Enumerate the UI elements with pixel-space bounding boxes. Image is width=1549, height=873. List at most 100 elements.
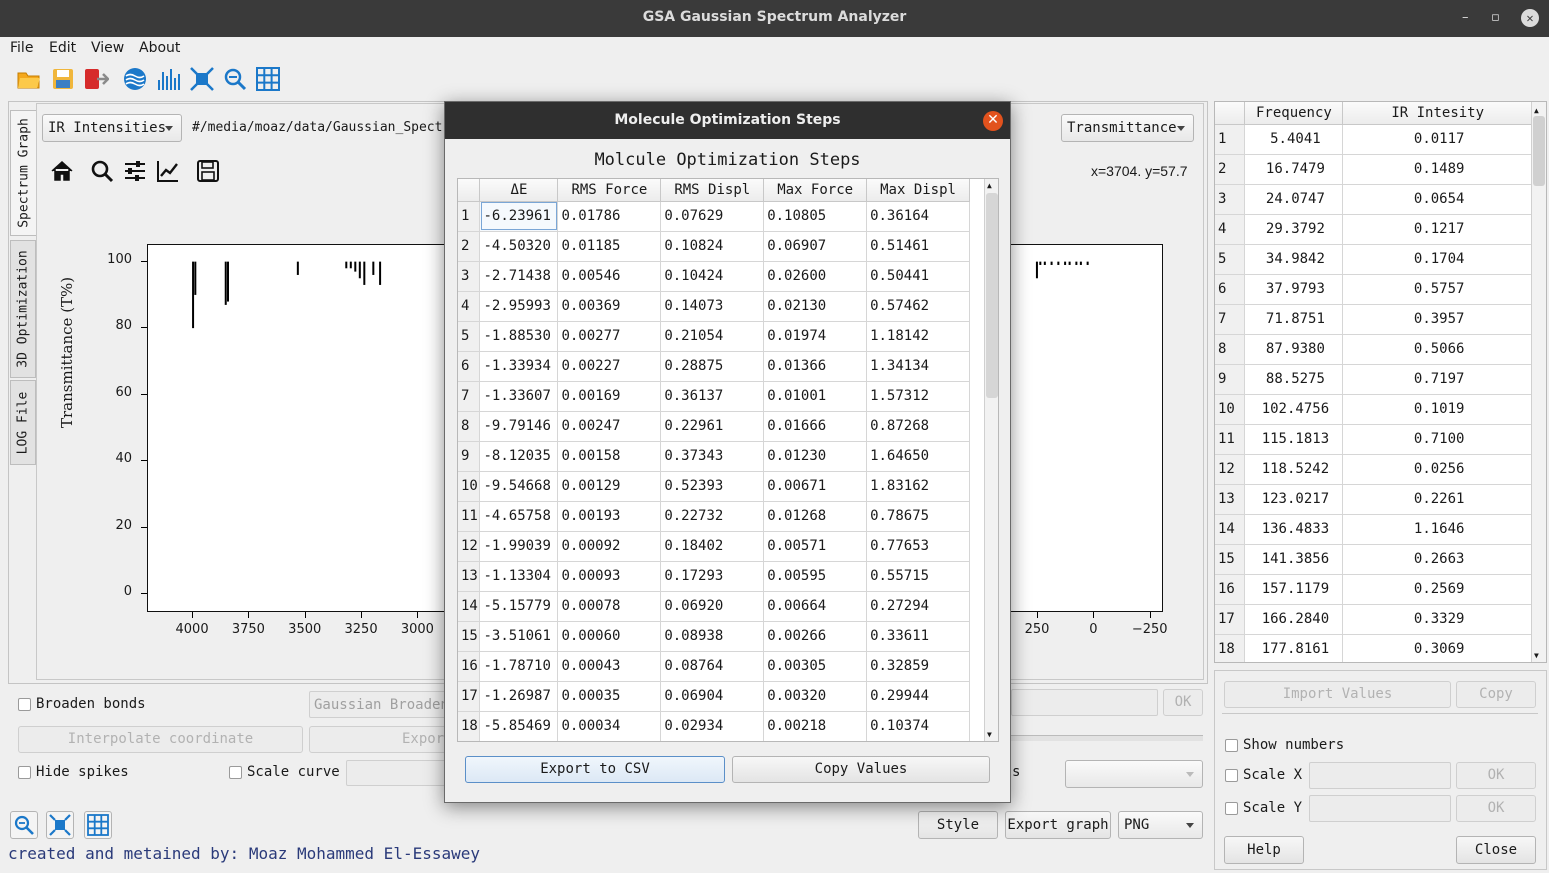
table-row[interactable]: 5 34.9842 0.1704 (1215, 244, 1533, 275)
table-row[interactable]: 12 -1.99039 0.00092 0.18402 0.00571 0.77653 (458, 531, 970, 562)
spectrum-bars-icon[interactable] (156, 66, 182, 92)
table-row[interactable]: 5 -1.88530 0.00277 0.21054 0.01974 1.18142 (458, 321, 970, 352)
table-cell[interactable]: 16.7479 (1244, 154, 1344, 185)
table-cell[interactable]: -5.15779 (479, 591, 559, 622)
table-cell[interactable]: 0.32859 (866, 651, 970, 682)
table-cell[interactable]: 0.3329 (1342, 604, 1533, 635)
table-cell[interactable]: 0.5757 (1342, 274, 1533, 305)
table-cell[interactable]: -4.65758 (479, 501, 559, 532)
table-cell[interactable]: 0.36164 (866, 201, 970, 232)
row-number[interactable]: 16 (1215, 574, 1246, 605)
scale-x-ok-button[interactable]: OK (1456, 762, 1536, 789)
export-graph-button[interactable]: Export graph (1005, 811, 1111, 839)
table-cell[interactable]: 0.00078 (557, 591, 662, 622)
table-cell[interactable]: 0.00034 (557, 711, 662, 741)
table-row[interactable]: 13 123.0217 0.2261 (1215, 484, 1533, 515)
table-cell[interactable]: -1.13304 (479, 561, 559, 592)
table-cell[interactable]: 0.1019 (1342, 394, 1533, 425)
table-cell[interactable]: 1.64650 (866, 441, 970, 472)
table-cell[interactable]: 0.06920 (660, 591, 765, 622)
steps-table-scrollbar[interactable]: ▲ ▼ (984, 179, 998, 741)
row-number[interactable]: 5 (458, 321, 481, 352)
row-number[interactable]: 18 (1215, 634, 1246, 662)
table-row[interactable]: 8 87.9380 0.5066 (1215, 334, 1533, 365)
table-cell[interactable]: 0.14073 (660, 291, 765, 322)
table-row[interactable]: 13 -1.13304 0.00093 0.17293 0.00595 0.55715 (458, 561, 970, 592)
mode-select[interactable]: IR Intensities (42, 114, 182, 142)
zoom-out-button[interactable] (10, 811, 38, 839)
table-cell[interactable]: 87.9380 (1244, 334, 1344, 365)
table-row[interactable]: 16 -1.78710 0.00043 0.08764 0.00305 0.32859 (458, 651, 970, 682)
table-cell[interactable]: 0.02600 (763, 261, 868, 292)
table-cell[interactable]: 1.83162 (866, 471, 970, 502)
row-number[interactable]: 13 (1215, 484, 1246, 515)
table-cell[interactable]: 0.10824 (660, 231, 765, 262)
table-row[interactable]: 11 115.1813 0.7100 (1215, 424, 1533, 455)
table-cell[interactable]: 0.00305 (763, 651, 868, 682)
table-row[interactable]: 1 -6.23961 0.01786 0.07629 0.10805 0.36164 (458, 201, 970, 232)
table-cell[interactable]: 0.00277 (557, 321, 662, 352)
row-number[interactable]: 7 (458, 381, 481, 412)
table-cell[interactable]: 0.02130 (763, 291, 868, 322)
row-number[interactable]: 13 (458, 561, 481, 592)
table-cell[interactable]: 0.10805 (763, 201, 868, 232)
table-cell[interactable]: 0.00571 (763, 531, 868, 562)
curve-select[interactable] (1065, 760, 1203, 788)
grid-icon[interactable] (255, 66, 281, 92)
import-values-button[interactable]: Import Values (1224, 681, 1451, 708)
column-header[interactable]: Max Force (763, 179, 868, 202)
table-cell[interactable]: 0.00193 (557, 501, 662, 532)
row-number[interactable]: 9 (1215, 364, 1246, 395)
table-cell[interactable]: -5.85469 (479, 711, 559, 741)
edit-axis-icon[interactable] (156, 159, 180, 183)
slider-track[interactable] (1011, 735, 1203, 741)
scale-y-ok-button[interactable]: OK (1456, 795, 1536, 822)
row-number[interactable]: 7 (1215, 304, 1246, 335)
table-cell[interactable]: 0.1704 (1342, 244, 1533, 275)
column-header[interactable]: RMS Force (557, 179, 662, 202)
menu-about[interactable]: About (139, 40, 180, 56)
table-cell[interactable]: 71.8751 (1244, 304, 1344, 335)
table-cell[interactable]: 29.3792 (1244, 214, 1344, 245)
help-button[interactable]: Help (1224, 836, 1304, 864)
table-cell[interactable]: 0.06907 (763, 231, 868, 262)
table-cell[interactable]: 1.34134 (866, 351, 970, 382)
row-number[interactable]: 3 (458, 261, 481, 292)
table-row[interactable]: 18 -5.85469 0.00034 0.02934 0.00218 0.10374 (458, 711, 970, 741)
row-number[interactable]: 11 (458, 501, 481, 532)
table-row[interactable]: 6 -1.33934 0.00227 0.28875 0.01366 1.34134 (458, 351, 970, 382)
table-cell[interactable]: -2.95993 (479, 291, 559, 322)
table-row[interactable]: 1 5.4041 0.0117 (1215, 124, 1533, 155)
y-mode-select[interactable]: Transmittance (1061, 114, 1194, 142)
table-cell[interactable]: -9.54668 (479, 471, 559, 502)
table-cell[interactable]: 37.9793 (1244, 274, 1344, 305)
table-cell[interactable]: -2.71438 (479, 261, 559, 292)
table-cell[interactable]: 0.00227 (557, 351, 662, 382)
table-cell[interactable]: 0.77653 (866, 531, 970, 562)
table-cell[interactable]: 0.10374 (866, 711, 970, 741)
table-cell[interactable]: -3.51061 (479, 621, 559, 652)
table-cell[interactable]: -6.23961 (479, 201, 559, 232)
window-close-button[interactable]: ✕ (1521, 9, 1539, 27)
table-cell[interactable]: 0.00043 (557, 651, 662, 682)
table-row[interactable]: 10 -9.54668 0.00129 0.52393 0.00671 1.83162 (458, 471, 970, 502)
row-number[interactable]: 12 (458, 531, 481, 562)
menu-edit[interactable]: Edit (49, 40, 76, 56)
table-row[interactable]: 6 37.9793 0.5757 (1215, 274, 1533, 305)
table-cell[interactable]: 0.3069 (1342, 634, 1533, 662)
table-row[interactable]: 15 -3.51061 0.00060 0.08938 0.00266 0.33611 (458, 621, 970, 652)
table-cell[interactable]: 0.00266 (763, 621, 868, 652)
table-cell[interactable]: 0.00546 (557, 261, 662, 292)
table-row[interactable]: 2 16.7479 0.1489 (1215, 154, 1533, 185)
row-number[interactable]: 2 (1215, 154, 1246, 185)
table-cell[interactable]: 0.57462 (866, 291, 970, 322)
export-csv-partial-button[interactable]: Export to CSV (309, 726, 449, 753)
row-number[interactable]: 3 (1215, 184, 1246, 215)
table-cell[interactable]: 0.00247 (557, 411, 662, 442)
row-number[interactable]: 14 (1215, 514, 1246, 545)
table-cell[interactable]: 0.00060 (557, 621, 662, 652)
table-row[interactable]: 14 -5.15779 0.00078 0.06920 0.00664 0.27294 (458, 591, 970, 622)
table-cell[interactable]: 0.00158 (557, 441, 662, 472)
table-cell[interactable]: -9.79146 (479, 411, 559, 442)
table-cell[interactable]: 0.00320 (763, 681, 868, 712)
